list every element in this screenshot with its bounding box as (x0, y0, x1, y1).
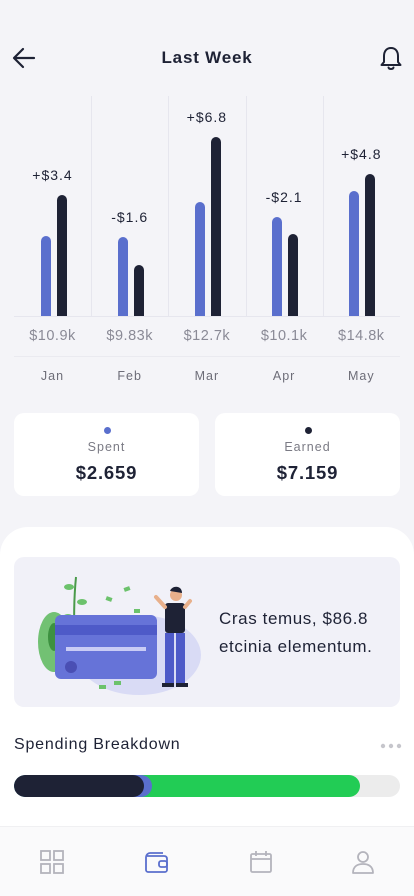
month-label: Feb (117, 369, 142, 383)
month-label: Jan (40, 369, 65, 383)
total-label: $10.9k (29, 328, 76, 344)
spent-value: $2.659 (75, 462, 138, 483)
earned-bar (56, 195, 67, 316)
calendar-icon[interactable] (248, 849, 274, 875)
earned-bar (210, 137, 221, 316)
spent-dot (103, 427, 111, 434)
spent-bar (272, 217, 283, 316)
spending-breakdown-title: Spending Breakdown (14, 736, 181, 753)
total-label: $10.1k (260, 328, 308, 344)
chart-column-mar[interactable]: +$6.8 (168, 96, 245, 316)
delta-label: -$2.1 (265, 189, 303, 205)
spending-breakdown-bar (14, 775, 400, 797)
chart-divider (14, 356, 400, 357)
grid-icon[interactable] (39, 849, 65, 875)
total-label: $9.83k (106, 328, 153, 344)
earned-card[interactable]: Earned $7.159 (215, 413, 400, 496)
delta-label: +$3.4 (32, 167, 73, 183)
monthly-bar-chart: +$3.4 $10.9k Jan -$1.6 $9.83k Feb +$6.8 $12.7k M… (14, 96, 400, 396)
month-label: Apr (272, 369, 296, 383)
chart-column-feb[interactable]: -$1.6 (91, 96, 168, 316)
breakdown-segment-1 (14, 775, 145, 797)
user-icon[interactable] (350, 849, 376, 875)
delta-label: +$4.8 (341, 146, 382, 162)
spent-card[interactable]: Spent $2.659 (14, 413, 199, 496)
more-horizontal-icon[interactable] (380, 741, 402, 751)
delta-label: +$6.8 (186, 109, 228, 125)
tab-bar (0, 826, 414, 896)
bottom-sheet: Cras temus, $86.8 etcinia elementum. Spe… (0, 527, 414, 827)
spent-bar (194, 202, 205, 316)
earned-bar (288, 234, 299, 316)
spent-bar (40, 236, 51, 316)
chart-column-jan[interactable]: +$3.4 (14, 96, 91, 316)
chart-baseline (14, 316, 400, 317)
page-title: Last Week (161, 48, 253, 67)
chart-column-may[interactable]: +$4.8 (323, 96, 400, 316)
spent-bar (117, 237, 128, 316)
total-label: $14.8k (338, 328, 385, 344)
wallet-illustration (38, 576, 201, 695)
delta-label: -$1.6 (111, 209, 149, 225)
earned-value: $7.159 (276, 462, 339, 483)
promo-text: Cras temus, $86.8 etcinia elementum. (219, 609, 373, 656)
header: Last Week (0, 0, 414, 96)
month-label: May (347, 369, 375, 383)
spent-bar (349, 191, 360, 316)
total-label: $12.7k (183, 328, 231, 344)
spent-label: Spent (87, 440, 126, 454)
month-label: Mar (194, 369, 220, 383)
chart-column-apr[interactable]: -$2.1 (246, 96, 323, 316)
earned-dot (304, 427, 312, 434)
promo-banner[interactable]: Cras temus, $86.8 etcinia elementum. (14, 557, 400, 707)
earned-bar (365, 174, 376, 316)
earned-label: Earned (284, 440, 331, 454)
wallet-icon[interactable] (144, 849, 170, 875)
bell-icon[interactable] (378, 44, 404, 72)
earned-bar (133, 265, 144, 316)
